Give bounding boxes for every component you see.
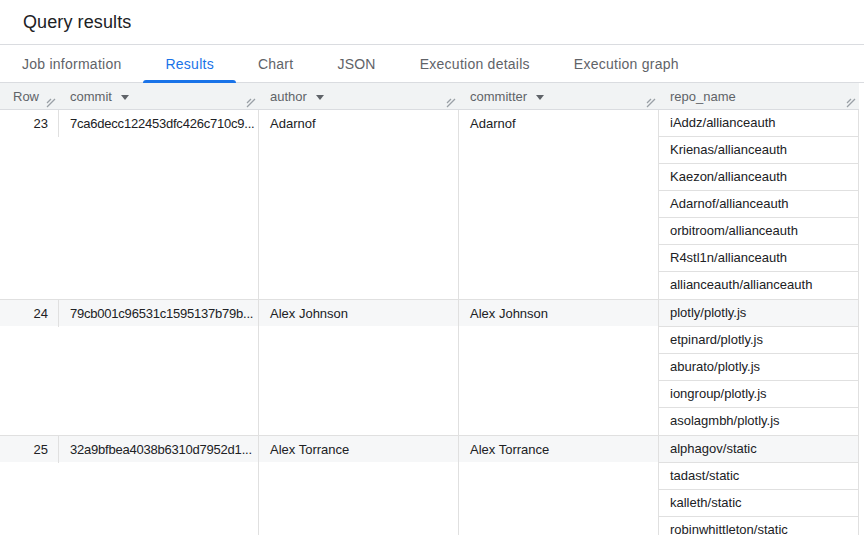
row-number: 23: [0, 110, 59, 137]
repo-name-cell: alphagov/statictadast/statickalleth/stat…: [659, 436, 859, 535]
column-header-repo-name[interactable]: repo_name: [659, 83, 859, 109]
column-resize-handle[interactable]: [245, 97, 256, 108]
column-header-commit[interactable]: commit: [59, 83, 259, 109]
table-row: 2479cb001c96531c1595137b79b...Alex Johns…: [0, 300, 859, 436]
row-number-cell: 25: [0, 436, 59, 535]
row-number: 25: [0, 436, 59, 463]
author-cell: Alex Johnson: [259, 300, 459, 435]
column-label: commit: [70, 89, 112, 104]
repo-name-value: kalleth/static: [659, 490, 858, 517]
results-table: Row commit author committer: [0, 83, 864, 535]
column-header-row[interactable]: Row: [0, 83, 59, 109]
repo-name-value: Kaezon/allianceauth: [659, 164, 858, 191]
row-number-cell: 24: [0, 300, 59, 435]
column-label: committer: [470, 89, 527, 104]
column-menu-arrow-icon[interactable]: [121, 95, 129, 100]
repo-name-cell: plotly/plotly.jsetpinard/plotly.jsaburat…: [659, 300, 859, 435]
column-header-committer[interactable]: committer: [459, 83, 659, 109]
column-resize-handle[interactable]: [645, 97, 656, 108]
commit-cell: 7ca6decc122453dfc426c710c9...: [59, 110, 259, 299]
repo-name-value: etpinard/plotly.js: [659, 327, 858, 354]
column-resize-handle[interactable]: [445, 97, 456, 108]
page-title: Query results: [23, 12, 131, 33]
tab-job-information[interactable]: Job information: [0, 45, 143, 82]
committer-cell: Alex Johnson: [459, 300, 659, 435]
repo-name-value: iAddz/allianceauth: [659, 110, 858, 137]
table-body: 237ca6decc122453dfc426c710c9...AdarnofAd…: [0, 110, 859, 535]
tab-results[interactable]: Results: [143, 45, 235, 82]
repo-name-value: R4stl1n/allianceauth: [659, 245, 858, 272]
repo-name-value: Krienas/allianceauth: [659, 137, 858, 164]
author-cell: Adarnof: [259, 110, 459, 299]
column-resize-handle[interactable]: [845, 97, 856, 108]
row-number-cell: 23: [0, 110, 59, 299]
repo-name-value: aburato/plotly.js: [659, 354, 858, 381]
table-header-row: Row commit author committer: [0, 83, 859, 110]
repo-name-value: Adarnof/allianceauth: [659, 191, 858, 218]
repo-name-value: orbitroom/allianceauth: [659, 218, 858, 245]
commit-cell: 32a9bfbea4038b6310d7952d1...: [59, 436, 259, 535]
tab-json[interactable]: JSON: [315, 45, 397, 82]
column-header-author[interactable]: author: [259, 83, 459, 109]
column-menu-arrow-icon[interactable]: [536, 95, 544, 100]
column-resize-handle[interactable]: [45, 97, 56, 108]
repo-name-value: alphagov/static: [659, 436, 858, 463]
tab-bar: Job informationResultsChartJSONExecution…: [0, 45, 864, 83]
repo-name-value: tadast/static: [659, 463, 858, 490]
repo-name-value: asolagmbh/plotly.js: [659, 408, 858, 435]
repo-name-value: robinwhittleton/static: [659, 517, 858, 535]
commit-cell: 79cb001c96531c1595137b79b...: [59, 300, 259, 435]
tab-chart[interactable]: Chart: [236, 45, 315, 82]
repo-name-value: plotly/plotly.js: [659, 300, 858, 327]
table-row: 2532a9bfbea4038b6310d7952d1...Alex Torra…: [0, 436, 859, 535]
table-row: 237ca6decc122453dfc426c710c9...AdarnofAd…: [0, 110, 859, 300]
column-label: Row: [13, 89, 39, 104]
author-cell: Alex Torrance: [259, 436, 459, 535]
tab-execution-graph[interactable]: Execution graph: [552, 45, 701, 82]
committer-cell: Adarnof: [459, 110, 659, 299]
tab-execution-details[interactable]: Execution details: [398, 45, 552, 82]
row-number: 24: [0, 300, 59, 327]
committer-cell: Alex Torrance: [459, 436, 659, 535]
repo-name-cell: iAddz/allianceauthKrienas/allianceauthKa…: [659, 110, 859, 299]
repo-name-value: allianceauth/allianceauth: [659, 272, 858, 299]
column-label: repo_name: [670, 89, 736, 104]
repo-name-value: iongroup/plotly.js: [659, 381, 858, 408]
column-label: author: [270, 89, 307, 104]
column-menu-arrow-icon[interactable]: [316, 95, 324, 100]
panel-header: Query results: [0, 0, 864, 45]
